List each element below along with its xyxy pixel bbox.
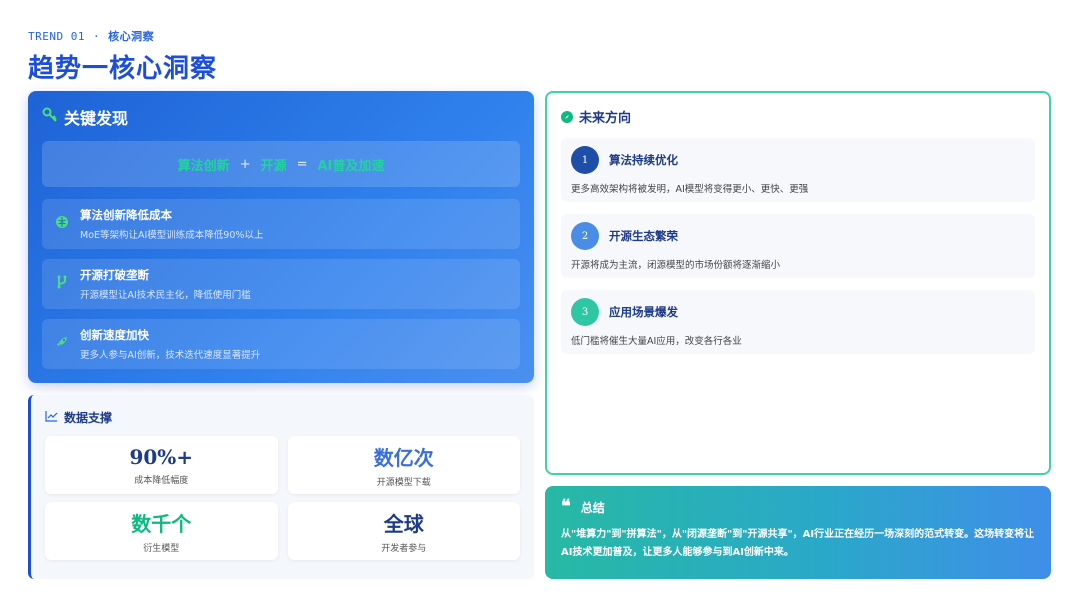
formula-term-1: 算法创新 <box>177 158 230 174</box>
brain-icon <box>54 215 70 233</box>
formula-banner: 算法创新 + 开源 = AI普及加速 <box>42 141 520 187</box>
finding-item: 开源打破垄断 开源模型让AI技术民主化，降低使用门槛 <box>42 259 520 309</box>
quote-icon: ❝ <box>561 496 571 517</box>
future-direction-title: 未来方向 <box>579 111 632 126</box>
summary-text: 从"堆算力"到"拼算法"，从"闭源垄断"到"开源共享"，AI行业正在经历一场深刻… <box>561 529 1035 558</box>
stat-tile: 90%+ 成本降低幅度 <box>45 436 278 494</box>
direction-item: 2 开源生态繁荣 开源将成为主流，闭源模型的市场份额将逐渐缩小 <box>561 214 1035 278</box>
direction-item: 3 应用场景爆发 低门槛将催生大量AI应用，改变各行各业 <box>561 290 1035 354</box>
finding-item: 创新速度加快 更多人参与AI创新，技术迭代速度显著提升 <box>42 319 520 369</box>
stat-tile: 数千个 衍生模型 <box>45 502 278 560</box>
future-direction-header: 未来方向 <box>561 107 1035 126</box>
data-support-card: 数据支撑 90%+ 成本降低幅度 数亿次 开源模型下载 数千个 衍生模型 全球 … <box>28 395 534 579</box>
stats-grid: 90%+ 成本降低幅度 数亿次 开源模型下载 数千个 衍生模型 全球 开发者参与 <box>45 436 520 560</box>
stat-tile: 全球 开发者参与 <box>287 502 520 560</box>
eyebrow-label: 核心洞察 <box>108 30 155 43</box>
summary-title: 总结 <box>580 500 605 515</box>
eyebrow-code: TREND 01 <box>28 29 85 43</box>
data-support-title: 数据支撑 <box>64 411 113 425</box>
finding-item: 算法创新降低成本 MoE等架构让AI模型训练成本降低90%以上 <box>42 199 520 249</box>
direction-number: 1 <box>571 146 599 174</box>
stat-tile: 数亿次 开源模型下载 <box>287 436 520 494</box>
stat-value: 数千个 <box>131 512 192 536</box>
branch-icon <box>54 275 70 293</box>
direction-desc: 更多高效架构将被发明，AI模型将变得更小、更快、更强 <box>571 184 809 195</box>
stat-label: 成本降低幅度 <box>134 475 189 486</box>
formula-term-2: 开源 <box>260 158 287 174</box>
stat-value: 全球 <box>383 512 424 536</box>
finding-title: 开源打破垄断 <box>80 268 149 282</box>
direction-title: 应用场景爆发 <box>609 305 678 319</box>
direction-item: 1 算法持续优化 更多高效架构将被发明，AI模型将变得更小、更快、更强 <box>561 138 1035 202</box>
summary-header: ❝ 总结 <box>561 498 1035 516</box>
stat-label: 开发者参与 <box>381 544 427 554</box>
formula-plus: + <box>239 156 251 172</box>
direction-title: 开源生态繁荣 <box>609 229 678 243</box>
finding-title: 创新速度加快 <box>80 328 149 342</box>
finding-title: 算法创新降低成本 <box>80 208 172 222</box>
finding-desc: 更多人参与AI创新，技术迭代速度显著提升 <box>80 350 261 361</box>
page-header: TREND 01 · 核心洞察 趋势一核心洞察 <box>28 28 217 85</box>
stat-label: 开源模型下载 <box>376 478 431 488</box>
compass-icon <box>561 110 573 123</box>
future-direction-card: 未来方向 1 算法持续优化 更多高效架构将被发明，AI模型将变得更小、更快、更强… <box>545 91 1051 475</box>
data-support-header: 数据支撑 <box>45 409 520 426</box>
direction-number: 2 <box>571 222 599 250</box>
finding-desc: 开源模型让AI技术民主化，降低使用门槛 <box>80 290 251 301</box>
direction-desc: 低门槛将催生大量AI应用，改变各行各业 <box>571 336 742 347</box>
key-findings-card: 关键发现 算法创新 + 开源 = AI普及加速 算法创新降低成本 MoE等架构让… <box>28 91 534 383</box>
formula-term-3: AI普及加速 <box>317 158 385 174</box>
finding-desc: MoE等架构让AI模型训练成本降低90%以上 <box>80 230 264 241</box>
formula-equals: = <box>296 156 308 172</box>
chart-line-icon <box>45 410 58 426</box>
key-findings-title: 关键发现 <box>64 109 129 128</box>
stat-label: 衍生模型 <box>143 544 180 554</box>
direction-title: 算法持续优化 <box>609 153 678 167</box>
stat-value: 90%+ <box>129 444 194 469</box>
summary-card: ❝ 总结 从"堆算力"到"拼算法"，从"闭源垄断"到"开源共享"，AI行业正在经… <box>545 486 1051 579</box>
page-title: 趋势一核心洞察 <box>28 54 218 84</box>
direction-desc: 开源将成为主流，闭源模型的市场份额将逐渐缩小 <box>571 260 781 271</box>
eyebrow-separator: · <box>92 29 101 43</box>
key-findings-header: 关键发现 <box>42 105 520 129</box>
stat-value: 数亿次 <box>373 446 434 470</box>
direction-number: 3 <box>571 298 599 326</box>
eyebrow: TREND 01 · 核心洞察 <box>28 28 217 44</box>
rocket-icon <box>54 335 70 353</box>
key-icon <box>42 107 58 127</box>
